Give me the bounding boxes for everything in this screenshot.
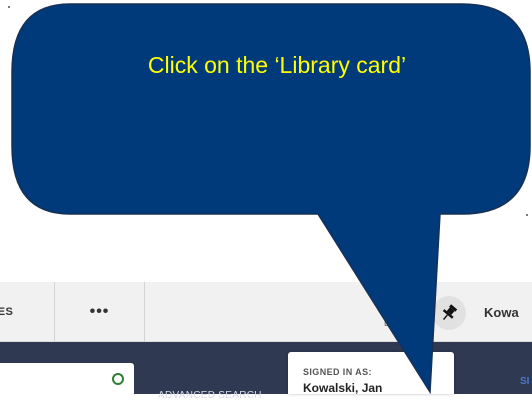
toolbar-courses-item[interactable]: SES xyxy=(0,282,55,342)
advanced-search-link[interactable]: ADVANCED SEARCH xyxy=(158,390,262,401)
stray-mark xyxy=(526,214,528,216)
search-icon[interactable] xyxy=(112,373,124,385)
library-card-label[interactable]: L xyxy=(384,316,389,330)
signed-in-label: SIGNED IN AS: xyxy=(303,367,372,377)
library-card-pin-button[interactable] xyxy=(432,296,466,330)
pin-icon xyxy=(442,304,458,320)
signed-in-panel: SIGNED IN AS: Kowalski, Jan xyxy=(288,352,454,395)
page-background xyxy=(0,0,532,282)
user-menu-label[interactable]: Kowa xyxy=(484,282,532,342)
top-toolbar: SES ••• L Kowa xyxy=(0,282,532,342)
search-input[interactable] xyxy=(0,363,134,394)
stray-mark xyxy=(8,6,10,8)
toolbar-courses-label: SES xyxy=(0,306,14,318)
sign-out-link[interactable]: SI xyxy=(520,376,529,387)
toolbar-more-button[interactable]: ••• xyxy=(55,282,145,342)
more-icon: ••• xyxy=(89,303,110,320)
callout-text: Click on the ‘Library card’ xyxy=(147,52,407,78)
signed-in-name: Kowalski, Jan xyxy=(303,381,383,395)
